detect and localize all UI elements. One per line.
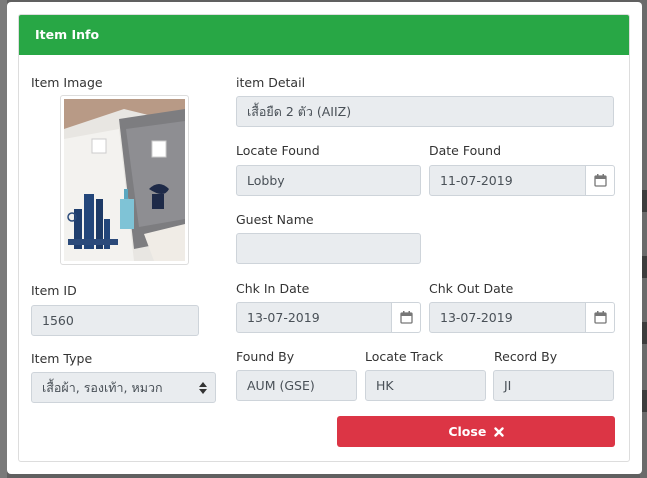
- times-icon: [493, 427, 504, 437]
- date-found-calendar-button[interactable]: [586, 165, 615, 196]
- item-type-select[interactable]: เสื้อผ้า, รองเท้า, หมวก: [31, 372, 216, 403]
- item-type-value: เสื้อผ้า, รองเท้า, หมวก: [42, 380, 163, 395]
- close-button[interactable]: Close: [337, 416, 615, 447]
- locate-found-field[interactable]: Lobby: [236, 165, 421, 196]
- guest-name-label: Guest Name: [236, 212, 314, 227]
- locate-track-label: Locate Track: [365, 349, 444, 364]
- record-by-label: Record By: [494, 349, 558, 364]
- sort-arrows-icon: [199, 382, 207, 394]
- found-by-label: Found By: [236, 349, 295, 364]
- chk-out-date-field[interactable]: 13-07-2019: [429, 302, 586, 333]
- item-image-label: Item Image: [31, 75, 103, 90]
- chk-in-date-field[interactable]: 13-07-2019: [236, 302, 392, 333]
- chk-out-calendar-button[interactable]: [586, 302, 615, 333]
- background-page-left: [0, 0, 7, 478]
- panel-title: Item Info: [19, 15, 629, 55]
- item-image: [60, 95, 189, 265]
- record-by-field[interactable]: JI: [493, 370, 614, 401]
- locate-found-label: Locate Found: [236, 143, 320, 158]
- item-info-modal: Item Info Item Image Item ID 1560 Item T…: [7, 2, 642, 474]
- chk-in-date-label: Chk In Date: [236, 281, 310, 296]
- calendar-icon: [399, 311, 413, 324]
- calendar-icon: [593, 311, 607, 324]
- item-info-panel: Item Info Item Image Item ID 1560 Item T…: [18, 14, 630, 462]
- date-found-label: Date Found: [429, 143, 502, 158]
- calendar-icon: [593, 174, 607, 187]
- close-button-label: Close: [448, 424, 487, 439]
- chk-in-calendar-button[interactable]: [392, 302, 421, 333]
- folded-shirts-photo: [64, 99, 185, 261]
- found-by-field[interactable]: AUM (GSE): [236, 370, 357, 401]
- item-type-label: Item Type: [31, 351, 93, 366]
- guest-name-field[interactable]: [236, 233, 421, 264]
- locate-track-field[interactable]: HK: [365, 370, 486, 401]
- item-id-field[interactable]: 1560: [31, 305, 199, 336]
- item-detail-field[interactable]: เสื้อยืด 2 ตัว (AIIZ): [236, 96, 614, 127]
- date-found-field[interactable]: 11-07-2019: [429, 165, 586, 196]
- item-detail-label: item Detail: [236, 75, 306, 90]
- chk-out-date-label: Chk Out Date: [429, 281, 514, 296]
- item-id-label: Item ID: [31, 283, 77, 298]
